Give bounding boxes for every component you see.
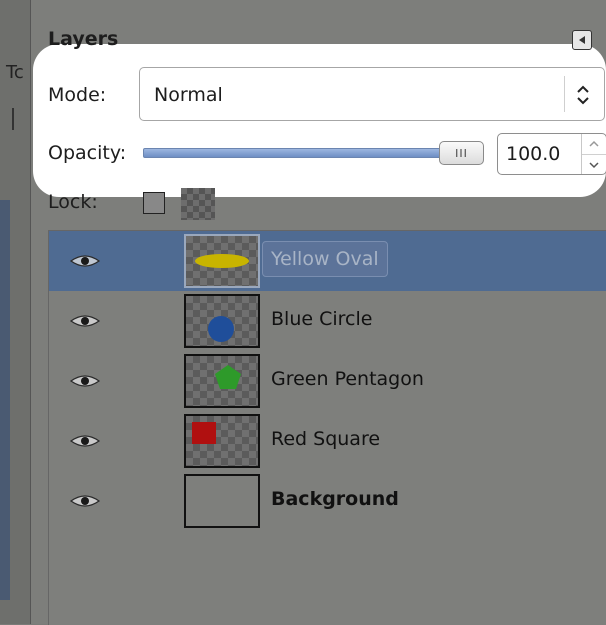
spin-down-button[interactable]	[582, 155, 606, 175]
layer-row[interactable]: Yellow Oval	[49, 231, 606, 291]
adjacent-panel-blue-edge	[0, 200, 10, 600]
triangle-left-icon	[579, 36, 585, 44]
opacity-slider-handle[interactable]: III	[439, 141, 484, 165]
circle-shape	[208, 316, 234, 342]
chevron-up-icon	[589, 140, 599, 147]
pentagon-shape	[215, 365, 241, 389]
cut-off-glyph: Tc	[6, 62, 24, 83]
mode-value: Normal	[154, 84, 223, 106]
layer-thumbnail	[184, 414, 260, 468]
layer-thumbnail	[184, 294, 260, 348]
opacity-spinbox[interactable]: 100.0	[497, 133, 606, 175]
layers-panel: Layers Mode: Normal Opacity: III 100.0 L…	[31, 0, 606, 625]
eye-icon[interactable]	[69, 253, 101, 269]
panel-title: Layers	[48, 28, 119, 50]
layer-thumbnail	[184, 234, 260, 288]
adjacent-panel-edge: Tc	[0, 0, 31, 624]
chevron-down-icon	[589, 162, 599, 169]
lock-pixels-checkbox[interactable]	[143, 192, 165, 214]
opacity-slider[interactable]	[143, 148, 467, 158]
opacity-value: 100.0	[506, 143, 561, 165]
layer-name[interactable]: Background	[271, 488, 399, 510]
square-shape	[192, 422, 216, 444]
layer-thumbnail	[184, 354, 260, 408]
layer-row[interactable]: Green Pentagon	[49, 351, 606, 411]
cut-off-tick	[12, 108, 14, 130]
opacity-label: Opacity:	[48, 142, 127, 164]
layer-list: Yellow Oval Blue Circle Green Pentagon R…	[48, 230, 606, 625]
lock-label: Lock:	[48, 191, 98, 213]
layer-row[interactable]: Blue Circle	[49, 291, 606, 351]
layer-name-edit-field[interactable]: Yellow Oval	[262, 241, 388, 277]
eye-icon[interactable]	[69, 313, 101, 329]
layer-thumbnail	[184, 474, 260, 528]
lock-alpha-checker-icon[interactable]	[181, 188, 215, 220]
eye-icon[interactable]	[69, 373, 101, 389]
eye-icon[interactable]	[69, 433, 101, 449]
chevron-up-down-icon	[577, 85, 589, 105]
layer-name[interactable]: Red Square	[271, 428, 380, 450]
spin-up-button[interactable]	[582, 134, 606, 155]
layer-row[interactable]: Background	[49, 471, 606, 531]
panel-menu-button[interactable]	[572, 30, 592, 50]
mode-dropdown[interactable]: Normal	[139, 67, 605, 121]
mode-separator	[564, 76, 565, 112]
eye-icon[interactable]	[69, 493, 101, 509]
oval-shape	[195, 254, 249, 268]
layer-row[interactable]: Red Square	[49, 411, 606, 471]
layer-name[interactable]: Blue Circle	[271, 308, 372, 330]
mode-label: Mode:	[48, 84, 107, 106]
layer-name[interactable]: Green Pentagon	[271, 368, 424, 390]
